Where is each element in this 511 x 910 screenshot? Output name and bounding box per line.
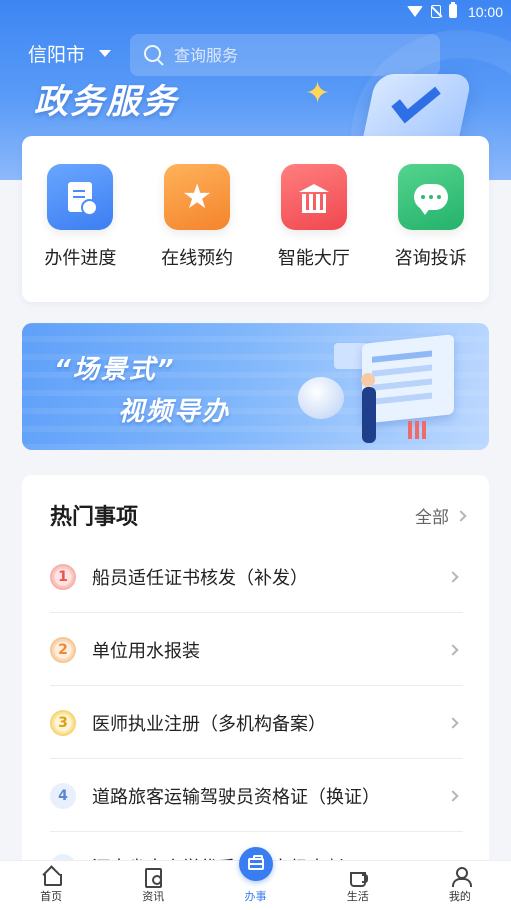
banner-title-line1: “场景式” <box>54 355 176 385</box>
news-icon <box>144 867 163 888</box>
hot-items-card: 热门事项 全部 1 船员适任证书核发（补发） 2 单位用水报装 3 医师执业注册… <box>22 475 489 895</box>
quick-action-label: 咨询投诉 <box>394 248 467 269</box>
search-input[interactable] <box>174 45 414 65</box>
tab-label: 我的 <box>448 890 471 903</box>
search-bar[interactable] <box>130 34 440 76</box>
hot-item-text: 道路旅客运输驾驶员资格证（换证） <box>92 786 380 808</box>
view-all-link[interactable]: 全部 <box>415 503 467 528</box>
bank-building-icon <box>280 164 347 230</box>
tab-label: 资讯 <box>142 890 165 903</box>
hot-item-text: 医师执业注册（多机构备案） <box>92 713 326 735</box>
home-icon <box>42 867 63 886</box>
hot-item-row[interactable]: 4 道路旅客运输驾驶员资格证（换证） <box>50 760 463 832</box>
tab-life[interactable]: 生活 <box>307 861 409 910</box>
user-icon <box>451 867 472 887</box>
hot-item-text: 船员适任证书核发（补发） <box>92 567 308 589</box>
no-sim-icon <box>431 4 441 18</box>
quick-action-label: 智能大厅 <box>277 248 350 269</box>
city-selector[interactable]: 信阳市 <box>28 40 112 67</box>
chevron-right-icon <box>455 509 467 522</box>
quick-action-progress[interactable]: 办件进度 <box>30 164 130 302</box>
chevron-right-icon <box>447 716 459 729</box>
quick-action-smart-hall[interactable]: 智能大厅 <box>264 164 364 302</box>
chevron-right-icon <box>447 570 459 583</box>
tab-services[interactable]: 办事 <box>204 847 306 910</box>
view-all-label: 全部 <box>415 508 449 528</box>
caret-down-icon <box>99 50 112 57</box>
quick-action-label: 在线预约 <box>161 248 234 269</box>
document-clock-icon <box>47 164 114 230</box>
chat-bubble-icon <box>397 164 464 230</box>
status-time: 10:00 <box>467 4 503 20</box>
chevron-right-icon <box>447 643 459 656</box>
bottom-tab-bar: 首页 资讯 办事 生活 我的 <box>0 847 511 910</box>
hot-item-row[interactable]: 2 单位用水报装 <box>50 614 463 686</box>
city-label: 信阳市 <box>28 44 86 66</box>
search-icon <box>144 45 164 65</box>
chevron-right-icon <box>447 789 459 802</box>
hot-item-row[interactable]: 1 船员适任证书核发（补发） <box>50 541 463 613</box>
sparkle-icon: ✦ <box>305 76 331 111</box>
quick-actions-card: 办件进度 ★ 在线预约 智能大厅 咨询投诉 <box>22 136 489 302</box>
rank-medal-icon: 1 <box>50 563 76 590</box>
tab-home[interactable]: 首页 <box>0 861 102 910</box>
rank-medal-icon: 2 <box>50 636 76 663</box>
section-title: 热门事项 <box>50 505 139 530</box>
battery-icon <box>449 2 457 18</box>
page-title: 政务服务 <box>34 82 178 122</box>
status-bar: 10:00 <box>0 0 511 24</box>
quick-action-label: 办件进度 <box>44 248 117 269</box>
star-check-icon: ★ <box>164 164 231 230</box>
video-guide-banner[interactable]: “场景式” 视频导办 <box>22 323 489 450</box>
wifi-icon <box>407 5 423 17</box>
briefcase-icon <box>238 847 273 881</box>
tab-label: 办事 <box>244 890 267 903</box>
tab-label: 生活 <box>346 890 369 903</box>
tab-mine[interactable]: 我的 <box>409 861 511 910</box>
hot-item-row[interactable]: 3 医师执业注册（多机构备案） <box>50 687 463 759</box>
hot-item-text: 单位用水报装 <box>92 640 200 662</box>
quick-action-consult[interactable]: 咨询投诉 <box>381 164 481 302</box>
tab-news[interactable]: 资讯 <box>102 861 204 910</box>
rank-badge-icon: 4 <box>50 782 76 809</box>
tab-label: 首页 <box>40 890 63 903</box>
banner-title-line2: 视频导办 <box>118 397 231 427</box>
chart-illustration <box>408 421 428 439</box>
robot-illustration <box>298 377 344 419</box>
person-illustration <box>361 373 376 443</box>
quick-action-appointment[interactable]: ★ 在线预约 <box>147 164 247 302</box>
cup-icon <box>349 867 368 887</box>
rank-medal-icon: 3 <box>50 709 76 736</box>
